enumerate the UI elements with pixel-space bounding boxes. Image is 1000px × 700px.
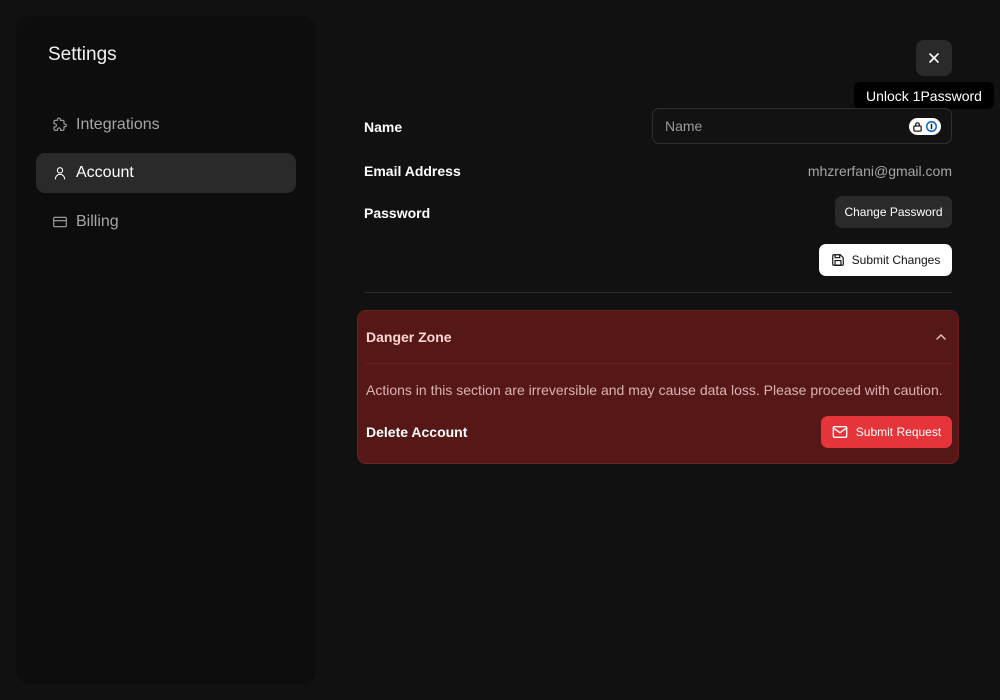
1password-icon[interactable] — [909, 118, 941, 135]
tooltip-unlock-1password: Unlock 1Password — [854, 82, 994, 109]
submit-request-button[interactable]: Submit Request — [821, 416, 952, 448]
close-button[interactable] — [916, 40, 952, 76]
sidebar-item-integrations[interactable]: Integrations — [36, 105, 296, 145]
sidebar-item-label: Billing — [76, 213, 119, 230]
sidebar-item-label: Account — [76, 164, 134, 181]
credit-card-icon — [52, 214, 68, 230]
name-label: Name — [364, 119, 403, 135]
danger-zone-description: Actions in this section are irreversible… — [366, 382, 943, 398]
user-icon — [52, 165, 68, 181]
danger-zone-title: Danger Zone — [366, 329, 452, 345]
sidebar-title: Settings — [48, 44, 117, 65]
chevron-up-icon[interactable] — [934, 330, 948, 344]
submit-changes-label: Submit Changes — [851, 253, 941, 267]
close-icon — [928, 52, 940, 64]
settings-modal: Settings Integrations Account Billing Un… — [0, 0, 1000, 700]
puzzle-icon — [52, 117, 68, 133]
email-label: Email Address — [364, 163, 461, 179]
save-icon — [831, 253, 845, 267]
sidebar-item-account[interactable]: Account — [36, 153, 296, 193]
mail-icon — [832, 425, 848, 439]
danger-zone-divider — [366, 363, 952, 364]
delete-account-label: Delete Account — [366, 424, 468, 440]
name-input[interactable] — [653, 109, 951, 143]
sidebar: Settings Integrations Account Billing — [16, 16, 316, 684]
sidebar-item-label: Integrations — [76, 116, 160, 133]
submit-changes-button[interactable]: Submit Changes — [819, 244, 952, 276]
section-divider — [364, 292, 952, 293]
submit-request-label: Submit Request — [855, 425, 942, 439]
email-value: mhzrerfani@gmail.com — [807, 163, 952, 179]
change-password-button[interactable]: Change Password — [835, 196, 952, 228]
name-field-wrapper — [652, 108, 952, 144]
sidebar-item-billing[interactable]: Billing — [36, 202, 296, 242]
danger-zone-panel: Danger Zone Actions in this section are … — [357, 310, 959, 464]
password-label: Password — [364, 205, 431, 221]
